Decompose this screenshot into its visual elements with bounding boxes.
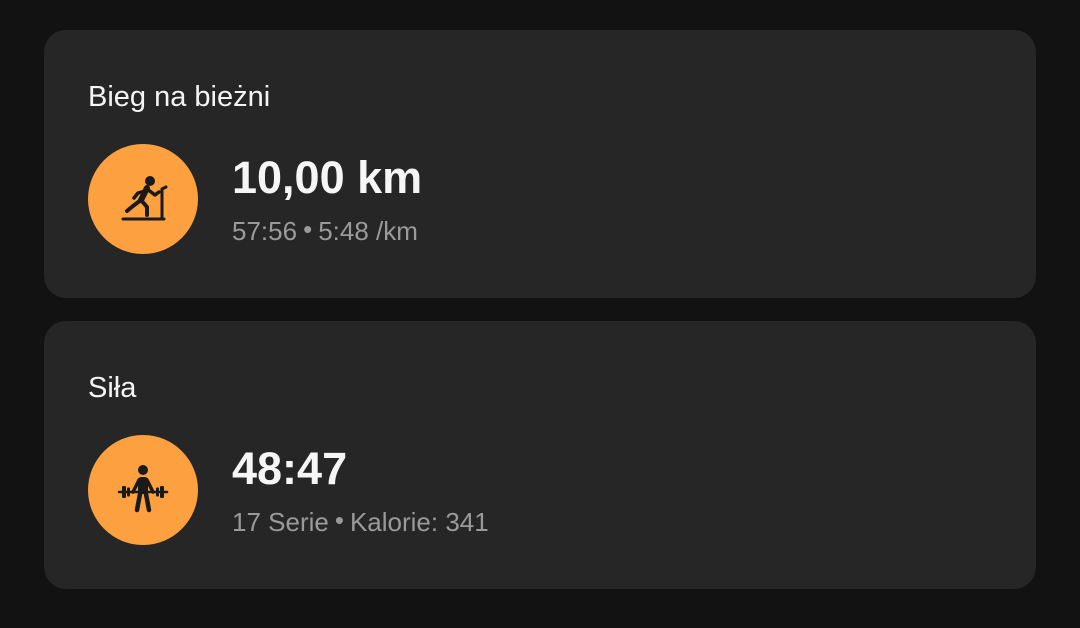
distance-value: 10,00 km bbox=[232, 152, 423, 203]
calories-value: Kalorie: 341 bbox=[349, 507, 489, 537]
duration-value: 57:56 bbox=[232, 216, 298, 246]
workout-title: Bieg na bieżni bbox=[88, 81, 271, 113]
treadmill-runner-icon bbox=[88, 144, 198, 254]
detail-separator: • bbox=[303, 214, 313, 244]
detail-separator: • bbox=[334, 505, 344, 535]
workout-details: 57:56 • 5:48 /km bbox=[232, 214, 418, 247]
workout-details: 17 Serie • Kalorie: 341 bbox=[232, 505, 489, 538]
pace-value: 5:48 /km bbox=[318, 216, 418, 246]
workout-card-treadmill[interactable]: Bieg na bieżni 10,00 km 57:56 • 5:48 /km bbox=[44, 30, 1036, 298]
sets-value: 17 Serie bbox=[232, 507, 329, 537]
workout-title: Siła bbox=[88, 372, 137, 404]
duration-value: 48:47 bbox=[232, 443, 348, 494]
workout-card-strength[interactable]: Siła 48:47 17 Serie • Kalorie: 341 bbox=[44, 321, 1036, 589]
weightlifting-icon bbox=[88, 435, 198, 545]
